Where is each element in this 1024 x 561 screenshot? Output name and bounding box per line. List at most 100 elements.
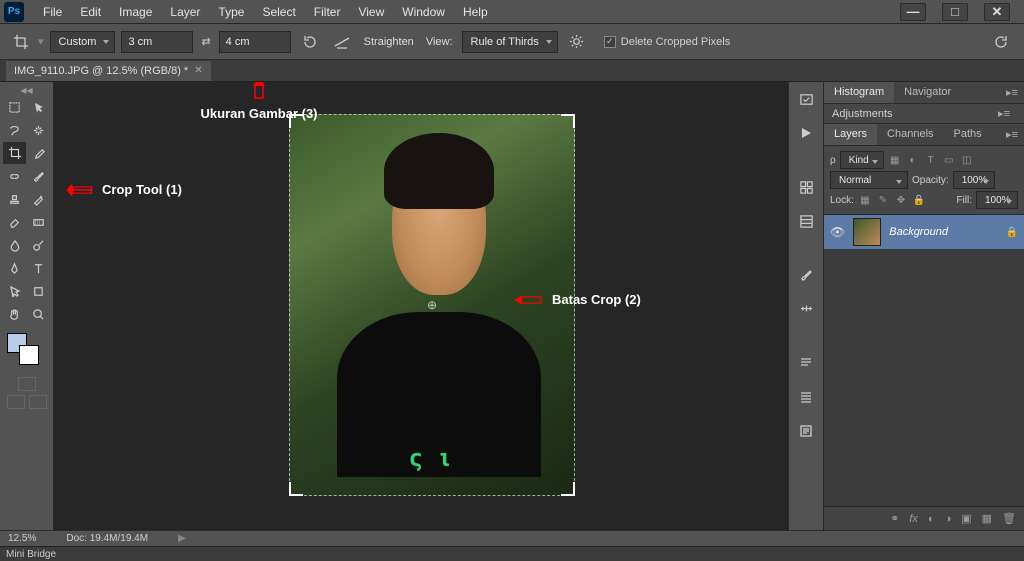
menu-layer[interactable]: Layer (161, 1, 209, 23)
screen-mode2-icon[interactable] (29, 395, 47, 409)
crop-settings-icon[interactable] (564, 30, 590, 54)
panel-menu-icon[interactable]: ▸≡ (1000, 82, 1024, 103)
pen-tool[interactable] (3, 257, 26, 279)
doc-info[interactable]: Doc: 19.4M/19.4M (66, 533, 148, 544)
standard-mode-icon[interactable] (18, 377, 36, 391)
menu-help[interactable]: Help (454, 1, 497, 23)
brush-tool[interactable] (27, 165, 50, 187)
healing-tool[interactable] (3, 165, 26, 187)
layer-lock-icon[interactable]: 🔒 (1006, 227, 1018, 238)
mask-icon[interactable]: ◐ (928, 513, 935, 525)
adjustment-layer-icon[interactable]: ◑ (945, 513, 952, 525)
tab-layers[interactable]: Layers (824, 124, 877, 145)
panel-icon-clone[interactable] (795, 298, 817, 320)
crop-overlay-dropdown[interactable]: Rule of Thirds (462, 31, 558, 53)
canvas-area[interactable]: ς ι ⊕ Crop Tool (1) Batas Crop (2) (54, 82, 788, 530)
swap-dimensions-icon[interactable]: ⇄ (199, 35, 212, 48)
menu-view[interactable]: View (349, 1, 393, 23)
toolbox: ◀◀ (0, 82, 54, 530)
zoom-level[interactable]: 12.5% (8, 533, 36, 544)
close-button[interactable]: ✕ (984, 3, 1010, 21)
lock-paint-icon[interactable]: ✎ (876, 193, 890, 207)
eyedropper-tool[interactable] (27, 142, 50, 164)
close-tab-icon[interactable]: ✕ (194, 65, 202, 76)
tab-paths[interactable]: Paths (944, 124, 992, 145)
adjustments-menu-icon[interactable]: ▸≡ (992, 103, 1016, 124)
reset-crop-icon[interactable] (988, 30, 1014, 54)
delete-cropped-checkbox[interactable]: ✓ Delete Cropped Pixels (604, 36, 730, 48)
blur-tool[interactable] (3, 234, 26, 256)
screen-mode-icon[interactable] (7, 395, 25, 409)
document-tab[interactable]: IMG_9110.JPG @ 12.5% (RGB/8) * ✕ (6, 61, 211, 81)
crop-tool-icon[interactable] (10, 31, 32, 53)
menu-edit[interactable]: Edit (71, 1, 110, 23)
filter-adjust-icon[interactable]: ◐ (906, 153, 920, 167)
delete-layer-icon[interactable]: 🗑 (1002, 512, 1016, 525)
tab-adjustments[interactable]: Adjustments (832, 108, 893, 120)
fill-input[interactable]: 100% (976, 191, 1018, 209)
new-layer-icon[interactable]: ▦ (982, 512, 992, 525)
layers-menu-icon[interactable]: ▸≡ (1000, 124, 1024, 145)
minimize-button[interactable]: — (900, 3, 926, 21)
maximize-button[interactable]: □ (942, 3, 968, 21)
panel-icon-para[interactable] (795, 352, 817, 374)
toolbox-expand-icon[interactable]: ◀◀ (3, 86, 50, 96)
menu-window[interactable]: Window (393, 1, 454, 23)
crop-width-input[interactable]: 3 cm (121, 31, 193, 53)
mini-bridge-tab[interactable]: Mini Bridge (0, 546, 1024, 561)
panel-icon-char[interactable] (795, 386, 817, 408)
layer-thumbnail[interactable] (853, 218, 881, 246)
link-layers-icon[interactable]: ⚭ (890, 512, 899, 525)
tab-channels[interactable]: Channels (877, 124, 943, 145)
layer-item-background[interactable]: 👁 Background 🔒 (824, 215, 1024, 249)
background-color[interactable] (19, 345, 39, 365)
panel-icon-1[interactable] (795, 88, 817, 110)
hand-tool[interactable] (3, 303, 26, 325)
panel-icon-styles[interactable] (795, 210, 817, 232)
crop-tool[interactable] (3, 142, 26, 164)
fx-icon[interactable]: fx (909, 513, 918, 525)
panel-icon-notes[interactable] (795, 420, 817, 442)
panel-icon-brush[interactable] (795, 264, 817, 286)
move-tool[interactable] (3, 96, 26, 118)
lock-trans-icon[interactable]: ▦ (858, 193, 872, 207)
arrow-tool[interactable] (27, 96, 50, 118)
shape-tool[interactable] (27, 280, 50, 302)
tab-histogram[interactable]: Histogram (824, 82, 894, 103)
filter-shape-icon[interactable]: ▭ (942, 153, 956, 167)
menu-image[interactable]: Image (110, 1, 161, 23)
tab-navigator[interactable]: Navigator (894, 82, 961, 103)
stamp-tool[interactable] (3, 188, 26, 210)
panel-icon-play[interactable] (795, 122, 817, 144)
history-brush-tool[interactable] (27, 188, 50, 210)
lasso-tool[interactable] (3, 119, 26, 141)
filter-pixel-icon[interactable]: ▦ (888, 153, 902, 167)
document-image[interactable]: ς ι ⊕ (289, 114, 575, 496)
dodge-tool[interactable] (27, 234, 50, 256)
path-tool[interactable] (3, 280, 26, 302)
layer-filter-dropdown[interactable]: Kind (840, 151, 884, 169)
menu-file[interactable]: File (34, 1, 71, 23)
group-icon[interactable]: ▣ (961, 512, 971, 525)
lock-pos-icon[interactable]: ✥ (894, 193, 908, 207)
menu-filter[interactable]: Filter (305, 1, 350, 23)
straighten-icon[interactable] (329, 30, 355, 54)
blend-mode-dropdown[interactable]: Normal (830, 171, 908, 189)
lock-all-icon[interactable]: 🔒 (912, 193, 926, 207)
crop-preset-dropdown[interactable]: Custom (50, 31, 116, 53)
filter-smart-icon[interactable]: ◫ (960, 153, 974, 167)
layer-visibility-icon[interactable]: 👁 (830, 225, 845, 239)
wand-tool[interactable] (27, 119, 50, 141)
zoom-tool[interactable] (27, 303, 50, 325)
color-swatches[interactable] (3, 333, 50, 371)
menu-type[interactable]: Type (209, 1, 253, 23)
menu-select[interactable]: Select (253, 1, 304, 23)
eraser-tool[interactable] (3, 211, 26, 233)
crop-height-input[interactable]: 4 cm (219, 31, 291, 53)
opacity-input[interactable]: 100% (953, 171, 995, 189)
rotate-icon[interactable] (297, 30, 323, 54)
panel-icon-swatches[interactable] (795, 176, 817, 198)
gradient-tool[interactable] (27, 211, 50, 233)
filter-type-icon[interactable]: T (924, 153, 938, 167)
type-tool[interactable] (27, 257, 50, 279)
